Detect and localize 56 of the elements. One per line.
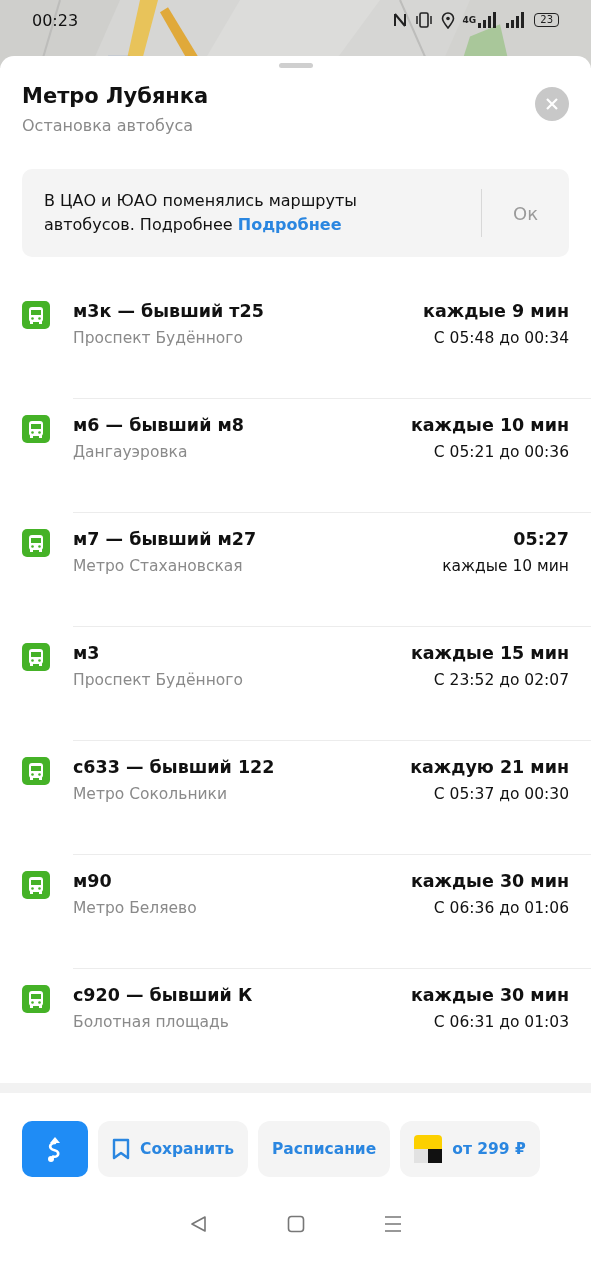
back-icon[interactable] xyxy=(189,1215,208,1233)
route-destination: Дангауэровка xyxy=(73,443,188,461)
stop-title: Метро Лубянка xyxy=(22,84,209,108)
route-frequency: каждые 30 мин xyxy=(410,985,569,1005)
route-name[interactable]: с920 — бывший К xyxy=(73,985,253,1005)
menu-icon[interactable] xyxy=(383,1215,402,1233)
stop-subtitle: Остановка автобуса xyxy=(22,116,195,135)
route-destination: Метро Беляево xyxy=(73,899,197,917)
taxi-price: от 299 ₽ xyxy=(452,1140,526,1158)
taxi-logo-icon xyxy=(414,1135,443,1163)
route-schedule: С 05:48 до 00:34 xyxy=(433,329,569,347)
close-icon xyxy=(546,98,558,110)
location-icon xyxy=(440,11,455,29)
bus-icon xyxy=(22,985,50,1013)
route-name[interactable]: м6 — бывший м8 xyxy=(73,415,244,435)
route-name[interactable]: м90 xyxy=(73,871,112,891)
route-frequency: каждые 9 мин xyxy=(423,301,569,321)
route-name[interactable]: м3 xyxy=(73,643,100,663)
vibrate-icon xyxy=(414,12,433,28)
route-schedule: С 06:31 до 01:03 xyxy=(433,1013,569,1031)
bus-icon xyxy=(22,643,50,671)
route-schedule: С 23:52 до 02:07 xyxy=(433,671,569,689)
route-destination: Болотная площадь xyxy=(73,1013,229,1031)
route-schedule: С 06:36 до 01:06 xyxy=(433,899,569,917)
bus-icon xyxy=(22,871,50,899)
route-frequency: каждые 30 мин xyxy=(410,871,569,891)
route-schedule: С 05:37 до 00:30 xyxy=(433,785,569,803)
route-destination: Метро Сокольники xyxy=(73,785,228,803)
route-destination: Проспект Будённого xyxy=(73,329,243,347)
route-frequency: каждые 15 мин xyxy=(410,643,569,663)
network-label: 4G xyxy=(462,15,477,25)
signal-icon xyxy=(506,12,527,28)
route-button[interactable] xyxy=(22,1121,88,1177)
route-schedule: каждые 10 мин xyxy=(442,557,569,575)
route-destination: Проспект Будённого xyxy=(73,671,243,689)
bus-icon xyxy=(22,415,50,443)
bus-icon xyxy=(22,529,50,557)
route-frequency: каждую 21 мин xyxy=(410,757,569,777)
bus-icon xyxy=(22,301,50,329)
route-frequency: каждые 10 мин xyxy=(410,415,569,435)
bookmark-icon xyxy=(112,1138,130,1160)
notice-text: В ЦАО и ЮАО поменялись маршруты автобусов. Подробнее Подробнее xyxy=(44,190,358,236)
nfc-icon xyxy=(392,12,407,28)
drag-handle[interactable] xyxy=(278,63,313,68)
route-name[interactable]: м7 — бывший м27 xyxy=(73,529,257,549)
route-schedule: С 05:21 до 00:36 xyxy=(433,443,569,461)
route-name[interactable]: с633 — бывший 122 xyxy=(73,757,275,777)
save-label: Сохранить xyxy=(140,1140,234,1158)
home-icon[interactable] xyxy=(286,1215,305,1233)
route-name[interactable]: м3к — бывший т25 xyxy=(73,301,264,321)
route-frequency: 05:27 xyxy=(513,529,569,549)
signal-icon xyxy=(478,12,499,28)
route-destination: Метро Стахановская xyxy=(73,557,243,575)
battery-indicator: 23 xyxy=(534,13,559,27)
status-time: 00:23 xyxy=(32,10,79,30)
bus-icon xyxy=(22,757,50,785)
